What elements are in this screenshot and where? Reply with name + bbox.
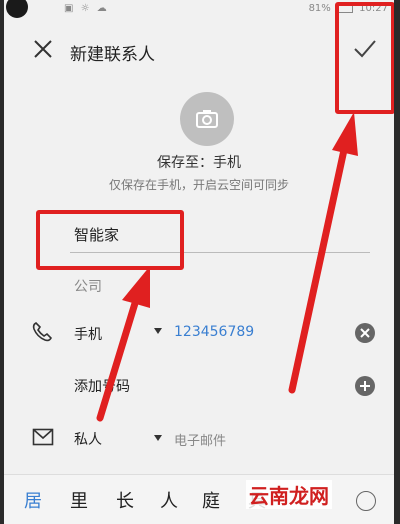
watermark-logo: 云南龙网 [246, 480, 332, 509]
new-contact-screen: ▣ ☼ ☁ 81% 10:27 新建联系人 保存至：手机 仅保存在手机，开启云空… [4, 0, 394, 524]
annotation-arrows [96, 112, 358, 422]
